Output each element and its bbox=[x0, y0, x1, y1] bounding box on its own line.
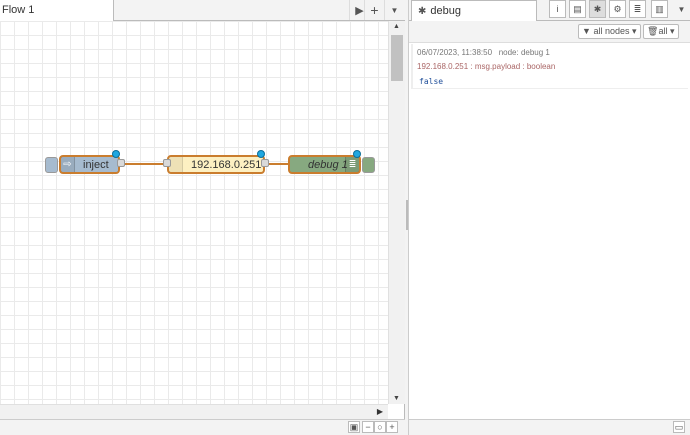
message-topic: 192.168.0.251 : msg.payload : boolean bbox=[417, 62, 556, 71]
wire-inject-to-function[interactable] bbox=[120, 163, 167, 165]
debug-toggle-button[interactable] bbox=[362, 157, 375, 173]
minus-icon: − bbox=[365, 422, 371, 432]
book-icon: ▤ bbox=[573, 3, 582, 14]
tab-debug[interactable]: ✱ debug bbox=[411, 0, 537, 22]
function-output-port[interactable] bbox=[261, 159, 269, 167]
workspace-footer: ▣ − ○ + bbox=[0, 419, 405, 435]
debug-message[interactable]: 06/07/2023, 11:38:50 node: debug 1 192.1… bbox=[411, 44, 688, 89]
workspace-tabbar: Flow 1 ▶ + ▼ bbox=[0, 0, 405, 22]
bug-icon: ✱ bbox=[418, 6, 427, 17]
filter-label: all nodes bbox=[593, 26, 630, 36]
message-timestamp: 06/07/2023, 11:38:50 bbox=[417, 48, 493, 57]
chart-icon: ▥ bbox=[655, 3, 664, 14]
arrow-right-icon: ⇨ bbox=[61, 157, 75, 172]
plus-icon: + bbox=[370, 2, 379, 18]
clear-messages-button[interactable]: 🗑all ▾ bbox=[643, 24, 679, 39]
inject-output-port[interactable] bbox=[117, 159, 125, 167]
window-icon: ▭ bbox=[674, 422, 684, 432]
canvas-vertical-scrollbar[interactable]: ▲ ▼ bbox=[388, 21, 405, 404]
inject-node[interactable]: ⇨ inject bbox=[59, 150, 120, 174]
scroll-down-icon[interactable]: ▼ bbox=[393, 395, 400, 402]
plus-icon: + bbox=[389, 422, 395, 432]
map-icon: ▣ bbox=[349, 422, 359, 432]
message-meta: 06/07/2023, 11:38:50 node: debug 1 bbox=[417, 48, 688, 57]
trash-icon: 🗑 bbox=[647, 26, 659, 36]
sidebar-title: debug bbox=[430, 5, 461, 17]
sidebar-menu-button[interactable]: ▼ bbox=[673, 0, 690, 18]
help-tab-button[interactable]: ▤ bbox=[569, 0, 586, 18]
debug-label: debug 1 bbox=[308, 159, 348, 171]
function-input-port[interactable] bbox=[163, 159, 171, 167]
chevron-down-icon: ▾ bbox=[669, 26, 675, 36]
bug-icon: ✱ bbox=[593, 3, 602, 14]
message-value[interactable]: false bbox=[419, 77, 688, 86]
context-tab-button[interactable]: ≣ bbox=[629, 0, 646, 18]
inject-label: inject bbox=[83, 159, 109, 171]
play-icon: ▶ bbox=[355, 4, 364, 17]
changed-indicator bbox=[257, 150, 265, 158]
chevron-down-icon: ▾ bbox=[631, 26, 637, 36]
inject-trigger-button[interactable] bbox=[45, 157, 58, 173]
sidebar-footer: ▭ bbox=[409, 419, 690, 435]
chevron-down-icon: ▼ bbox=[390, 5, 399, 15]
info-icon: i bbox=[556, 4, 559, 14]
debug-node[interactable]: debug 1 ≣ bbox=[288, 150, 361, 174]
tab-label: Flow 1 bbox=[2, 4, 35, 16]
gear-icon: ⚙ bbox=[613, 3, 622, 14]
scroll-up-icon[interactable]: ▲ bbox=[393, 23, 400, 30]
workspace: Flow 1 ▶ + ▼ ⇨ inject 192.168.0.251 debu… bbox=[0, 0, 405, 435]
canvas-horizontal-scrollbar[interactable]: ▶ bbox=[0, 404, 388, 419]
info-tab-button[interactable]: i bbox=[549, 0, 566, 18]
clear-label: all bbox=[658, 26, 668, 36]
scroll-thumb[interactable] bbox=[391, 35, 403, 81]
list-icon: ≣ bbox=[345, 157, 359, 172]
filter-icon: ▼ bbox=[582, 26, 591, 36]
chevron-down-icon: ▼ bbox=[677, 4, 686, 14]
flow-canvas[interactable]: ⇨ inject 192.168.0.251 debug 1 ≣ bbox=[0, 21, 388, 404]
filter-nodes-button[interactable]: ▼ all nodes ▾ bbox=[578, 24, 641, 39]
debug-sidebar: ✱ debug i ▤ ✱ ⚙ ≣ ▥ ▼ ▼ all nodes ▾ 🗑all … bbox=[409, 0, 690, 435]
circle-icon: ○ bbox=[377, 422, 383, 432]
navigator-button[interactable]: ▣ bbox=[348, 421, 360, 433]
debug-toolbar: ▼ all nodes ▾ 🗑all ▾ bbox=[409, 21, 690, 43]
changed-indicator bbox=[112, 150, 120, 158]
message-node[interactable]: node: debug 1 bbox=[499, 48, 550, 57]
grip-icon bbox=[406, 200, 408, 230]
database-icon: ≣ bbox=[633, 3, 642, 14]
tab-flow-1[interactable]: Flow 1 bbox=[0, 0, 114, 22]
flow-menu-button[interactable]: ▼ bbox=[384, 0, 404, 20]
zoom-reset-button[interactable]: ○ bbox=[374, 421, 386, 433]
node-red-editor: Flow 1 ▶ + ▼ ⇨ inject 192.168.0.251 debu… bbox=[0, 0, 690, 435]
config-tab-button[interactable]: ⚙ bbox=[609, 0, 626, 18]
debug-tab-button[interactable]: ✱ bbox=[589, 0, 606, 18]
scroll-right-icon[interactable]: ▶ bbox=[377, 407, 383, 416]
function-node[interactable]: 192.168.0.251 bbox=[167, 150, 265, 174]
zoom-out-button[interactable]: − bbox=[362, 421, 374, 433]
sidebar-tabbar: ✱ debug i ▤ ✱ ⚙ ≣ ▥ ▼ bbox=[409, 0, 690, 22]
open-window-button[interactable]: ▭ bbox=[673, 421, 685, 433]
dashboard-tab-button[interactable]: ▥ bbox=[651, 0, 668, 18]
changed-indicator bbox=[353, 150, 361, 158]
zoom-in-button[interactable]: + bbox=[386, 421, 398, 433]
node-icon bbox=[169, 157, 183, 172]
add-flow-button[interactable]: + bbox=[364, 0, 384, 20]
function-label: 192.168.0.251 bbox=[191, 159, 262, 171]
